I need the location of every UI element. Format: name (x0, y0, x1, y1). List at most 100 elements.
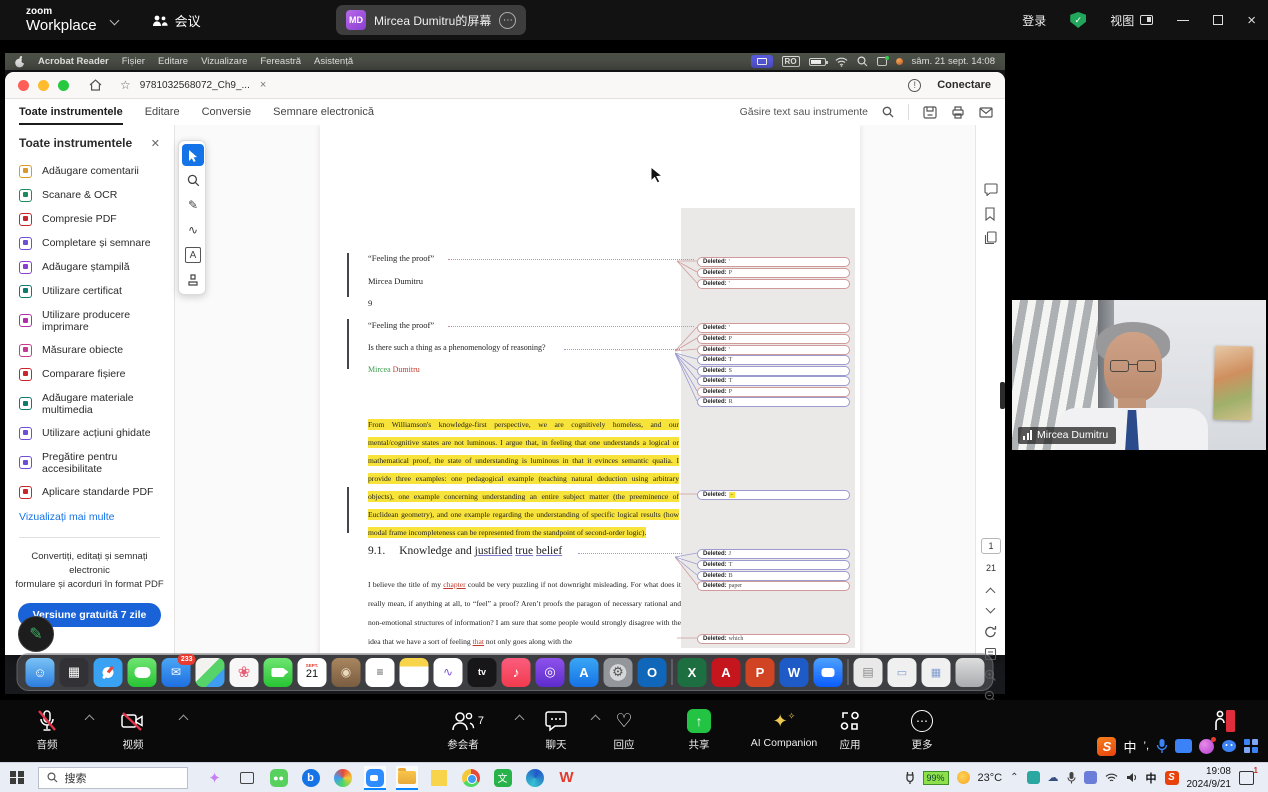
sidebar-tool-item[interactable]: Utilizare producere imprimare (5, 303, 174, 338)
dock-icon-podcasts[interactable]: ◎ (536, 658, 565, 687)
audio-button[interactable]: 音频 (16, 708, 78, 752)
deleted-annotation-box[interactable]: Deleted:- (697, 490, 850, 500)
dock-icon-notes[interactable] (400, 658, 429, 687)
deleted-annotation-box[interactable]: Deleted:T (697, 355, 850, 365)
tray-icon-cloud[interactable]: ☁ (1048, 771, 1059, 784)
taskbar-icon-app-green[interactable]: 文 (492, 766, 514, 790)
tray-volume-icon[interactable] (1126, 772, 1138, 783)
nav-conversie[interactable]: Conversie (202, 106, 252, 118)
mail-share-icon[interactable] (979, 107, 993, 118)
home-icon[interactable] (89, 79, 102, 91)
dock-icon-contacts[interactable]: ◉ (332, 658, 361, 687)
ime-keyboard-icon[interactable] (1175, 739, 1192, 753)
print-icon[interactable] (951, 106, 965, 119)
bookmarks-panel-icon[interactable] (984, 207, 996, 221)
deleted-annotation-box[interactable]: Deleted:P (697, 334, 850, 344)
dock-icon-excel[interactable]: X (678, 658, 707, 687)
document-canvas[interactable]: “Feeling the proof” Mircea Dumitru 9 “Fe… (175, 125, 975, 655)
menubar-item-asistenta[interactable]: Asistență (314, 56, 353, 67)
dock-icon-word[interactable]: W (780, 658, 809, 687)
dock-icon-freeform[interactable]: ∿ (434, 658, 463, 687)
current-page-input[interactable]: 1 (981, 538, 1001, 554)
deleted-annotation-box[interactable]: Deleted:' (697, 323, 850, 333)
taskbar-clock[interactable]: 19:08 2024/9/21 (1187, 765, 1232, 791)
deleted-annotation-box[interactable]: Deleted:S (697, 366, 850, 376)
sidebar-tool-item[interactable]: Utilizare acțiuni ghidate (5, 421, 174, 445)
star-icon[interactable]: ☆ (120, 78, 131, 92)
select-tool[interactable] (182, 144, 204, 166)
stamp-tool[interactable] (182, 269, 204, 291)
tray-network-icon[interactable] (1105, 773, 1118, 783)
screen-recording-indicator-icon[interactable] (751, 55, 773, 68)
taskbar-icon-wechat[interactable]: ●● (268, 766, 290, 790)
sidebar-tool-item[interactable]: Aplicare standarde PDF (5, 480, 174, 504)
chat-button[interactable]: 聊天 (528, 708, 584, 752)
page-thumbnails-icon[interactable] (984, 231, 997, 245)
traffic-light-maximize[interactable] (58, 80, 69, 91)
sidebar-tool-item[interactable]: Măsurare obiecte (5, 338, 174, 362)
ime-mic-icon[interactable] (1156, 738, 1168, 754)
scrollbar-thumb[interactable] (1000, 382, 1005, 409)
sidebar-tool-item[interactable]: Comparare fișiere (5, 362, 174, 386)
dock-icon-document[interactable]: ▭ (888, 658, 917, 687)
deleted-annotation-box[interactable]: Deleted:T (697, 560, 850, 570)
participants-button[interactable]: 7 参会者 (428, 708, 498, 752)
next-page-icon[interactable] (986, 604, 996, 614)
video-button[interactable]: 视频 (102, 708, 164, 752)
more-options-icon[interactable]: ⋯ (499, 12, 516, 29)
tray-icon-teal[interactable] (1027, 771, 1040, 784)
menubar-item-vizualizare[interactable]: Vizualizare (201, 56, 247, 67)
dock-icon-settings[interactable]: ⚙ (604, 658, 633, 687)
dock-icon-photos[interactable]: ❀ (230, 658, 259, 687)
sidebar-tool-item[interactable]: Adăugare materiale multimedia (5, 386, 174, 421)
sidebar-tool-item[interactable]: Compresie PDF (5, 207, 174, 231)
audio-options-caret[interactable] (85, 715, 95, 725)
input-language-badge[interactable]: RO (782, 56, 800, 67)
deleted-annotation-box[interactable]: Deleted:J (697, 549, 850, 559)
login-button[interactable]: 登录 (1022, 12, 1046, 29)
participant-video-tile[interactable]: Mircea Dumitru (1012, 300, 1266, 450)
dock-icon-trash[interactable] (956, 658, 985, 687)
hidden-icons-caret[interactable]: ⌃ (1010, 772, 1018, 783)
deleted-annotation-box[interactable]: Deleted:paper (697, 581, 850, 591)
dock-icon-app-store[interactable]: A (570, 658, 599, 687)
document-tab-title[interactable]: 9781032568072_Ch9_... (140, 80, 250, 91)
taskbar-icon-edge[interactable] (524, 766, 546, 790)
draw-tool-fab[interactable]: ✎ (18, 616, 54, 652)
more-button[interactable]: ⋯ 更多 (894, 708, 950, 752)
share-button[interactable]: ↑ 共享 (668, 708, 730, 752)
tray-mic-icon[interactable] (1067, 771, 1076, 784)
tab-close-icon[interactable]: × (260, 79, 266, 91)
dock-divider[interactable] (672, 659, 673, 685)
tray-icon-app[interactable] (1084, 771, 1097, 784)
ai-companion-button[interactable]: ✦✧ AI Companion (736, 708, 832, 749)
deleted-annotation-box[interactable]: Deleted:R (697, 397, 850, 407)
sidebar-tool-item[interactable]: Pregătire pentru accesibilitate (5, 445, 174, 480)
security-shield-icon[interactable]: ✓ (1070, 12, 1086, 28)
notification-center-icon[interactable]: 1 (1239, 771, 1254, 785)
draw-tool[interactable]: ✎ (182, 194, 204, 216)
dock-divider[interactable] (848, 659, 849, 685)
deleted-annotation-box[interactable]: Deleted:B (697, 571, 850, 581)
meeting-tab[interactable]: 会议 (152, 11, 201, 30)
save-icon[interactable] (923, 106, 937, 119)
view-more-link[interactable]: Vizualizați mai multe (19, 511, 174, 523)
connect-button[interactable]: Conectare (937, 79, 991, 91)
refresh-icon[interactable] (984, 625, 997, 639)
dock-icon-calendar[interactable]: SEPT. 21 (298, 658, 327, 687)
sidebar-tool-item[interactable]: Completare și semnare (5, 231, 174, 255)
tray-ime-language[interactable]: 中 (1146, 770, 1157, 786)
sidebar-tool-item[interactable]: Utilizare certificat (5, 279, 174, 303)
taskbar-search-box[interactable]: 搜索 (38, 767, 188, 789)
sogou-icon[interactable]: S (1097, 737, 1116, 756)
deleted-annotation-box[interactable]: Deleted:P (697, 268, 850, 278)
shared-screen-pill[interactable]: MD Mircea Dumitru的屏幕 ⋯ (336, 5, 526, 35)
ime-skin-icon[interactable] (1199, 739, 1214, 754)
previous-page-icon[interactable] (986, 588, 996, 598)
spotlight-search-icon[interactable] (857, 56, 868, 67)
wifi-icon[interactable] (835, 57, 848, 67)
weather-icon[interactable] (957, 771, 970, 784)
close-button[interactable]: × (1247, 13, 1256, 28)
deleted-annotation-box[interactable]: Deleted:' (697, 257, 850, 267)
taskbar-icon-browser[interactable] (332, 766, 354, 790)
